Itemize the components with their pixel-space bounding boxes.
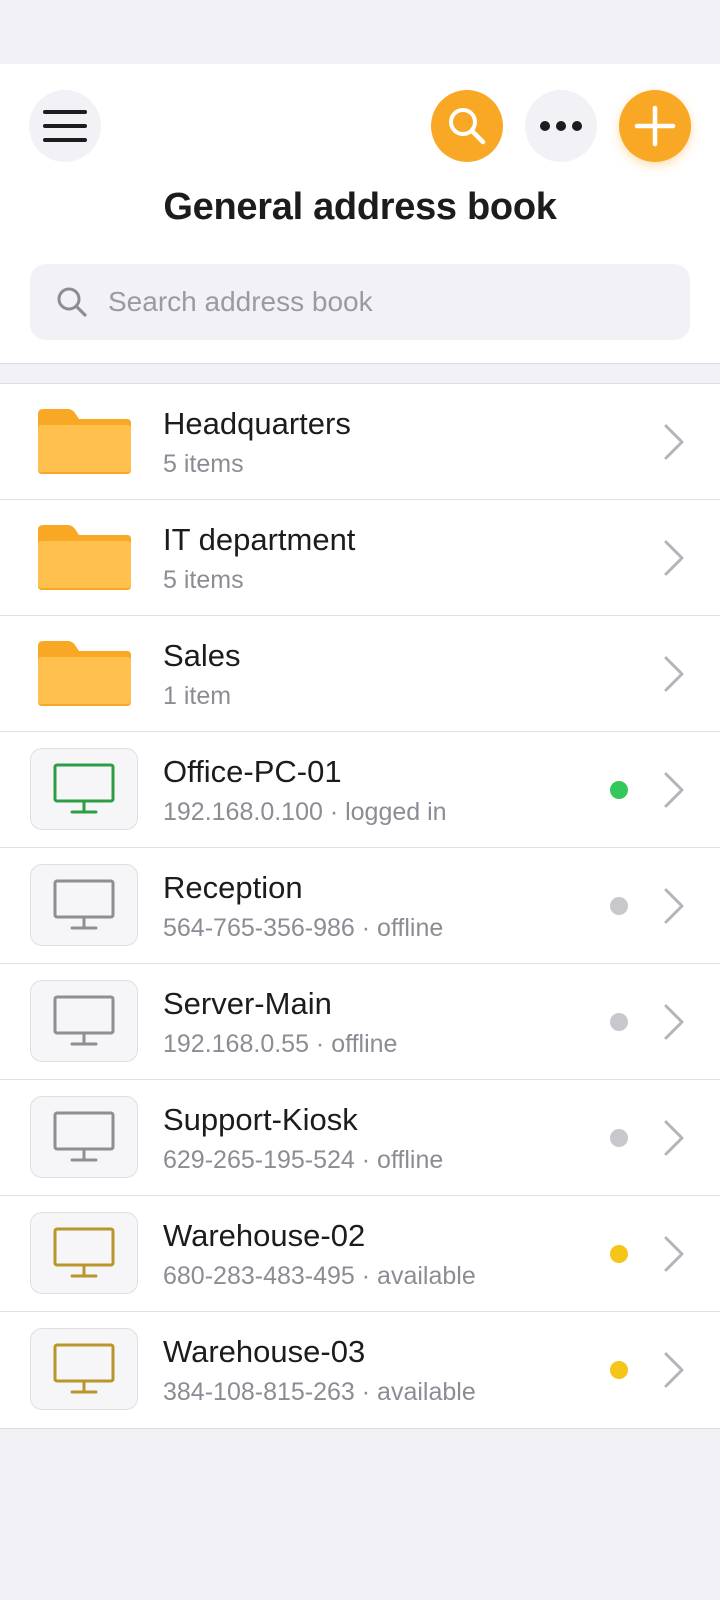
- add-button[interactable]: [619, 90, 691, 162]
- menu-button[interactable]: [29, 90, 101, 162]
- device-address-status: 629-265-195-524 · offline: [163, 1146, 444, 1174]
- device-icon-wrap: [30, 980, 138, 1062]
- monitor-icon: [53, 763, 115, 814]
- monitor-icon: [53, 995, 115, 1046]
- device-icon-wrap: [30, 748, 138, 830]
- monitor-icon: [53, 879, 115, 930]
- folder-icon: [38, 641, 131, 706]
- device-icon-wrap: [30, 1212, 138, 1294]
- device-name: Support-Kiosk: [163, 1102, 358, 1137]
- chevron-right-icon: [664, 540, 684, 576]
- folder-icon-wrap: [30, 400, 138, 482]
- chevron-right-icon: [664, 888, 684, 924]
- device-icon-wrap: [30, 1096, 138, 1178]
- monitor-icon: [53, 1343, 115, 1394]
- search-icon: [449, 108, 486, 145]
- device-address-status: 192.168.0.100 · logged in: [163, 798, 447, 826]
- search-input[interactable]: [108, 286, 668, 318]
- device-row[interactable]: Reception 564-765-356-986 · offline: [0, 848, 720, 964]
- chevron-right-icon: [664, 1004, 684, 1040]
- device-row[interactable]: Warehouse-03 384-108-815-263 · available: [0, 1312, 720, 1428]
- chevron-right-icon: [664, 1120, 684, 1156]
- monitor-icon: [53, 1111, 115, 1162]
- folder-name: Headquarters: [163, 406, 351, 441]
- device-icon-wrap: [30, 1328, 138, 1410]
- chevron-right-icon: [664, 424, 684, 460]
- chevron-right-icon: [664, 1352, 684, 1388]
- folder-item-count: 5 items: [163, 566, 244, 594]
- search-icon: [54, 284, 90, 320]
- search-field[interactable]: [30, 264, 690, 340]
- hamburger-menu-icon: [43, 110, 87, 142]
- device-row[interactable]: Support-Kiosk 629-265-195-524 · offline: [0, 1080, 720, 1196]
- folder-icon: [38, 525, 131, 590]
- more-horizontal-icon: [540, 121, 582, 131]
- device-icon-wrap: [30, 864, 138, 946]
- device-address-status: 564-765-356-986 · offline: [163, 914, 444, 942]
- status-indicator: [610, 1013, 628, 1031]
- device-name: Warehouse-03: [163, 1334, 366, 1369]
- device-name: Warehouse-02: [163, 1218, 366, 1253]
- device-name: Reception: [163, 870, 303, 905]
- status-indicator: [610, 1245, 628, 1263]
- address-book-list: Headquarters 5 items IT department 5 items S…: [0, 384, 720, 1429]
- search-button[interactable]: [431, 90, 503, 162]
- folder-row[interactable]: IT department 5 items: [0, 500, 720, 616]
- chevron-right-icon: [664, 772, 684, 808]
- device-row[interactable]: Server-Main 192.168.0.55 · offline: [0, 964, 720, 1080]
- status-indicator: [610, 897, 628, 915]
- plus-icon: [634, 105, 676, 147]
- folder-row[interactable]: Headquarters 5 items: [0, 384, 720, 500]
- device-row[interactable]: Warehouse-02 680-283-483-495 · available: [0, 1196, 720, 1312]
- status-indicator: [610, 781, 628, 799]
- folder-row[interactable]: Sales 1 item: [0, 616, 720, 732]
- device-name: Server-Main: [163, 986, 332, 1021]
- chevron-right-icon: [664, 656, 684, 692]
- status-indicator: [610, 1129, 628, 1147]
- monitor-icon: [53, 1227, 115, 1278]
- more-options-button[interactable]: [525, 90, 597, 162]
- device-address-status: 192.168.0.55 · offline: [163, 1030, 398, 1058]
- folder-item-count: 5 items: [163, 450, 244, 478]
- folder-icon-wrap: [30, 516, 138, 598]
- device-address-status: 680-283-483-495 · available: [163, 1262, 476, 1290]
- status-indicator: [610, 1361, 628, 1379]
- folder-name: IT department: [163, 522, 356, 557]
- device-row[interactable]: Office-PC-01 192.168.0.100 · logged in: [0, 732, 720, 848]
- device-address-status: 384-108-815-263 · available: [163, 1378, 476, 1406]
- device-name: Office-PC-01: [163, 754, 342, 789]
- folder-item-count: 1 item: [163, 682, 232, 710]
- folder-icon-wrap: [30, 632, 138, 714]
- status-bar: [0, 0, 720, 64]
- folder-icon: [38, 409, 131, 474]
- section-gap: [0, 364, 720, 384]
- page-title: General address book: [163, 186, 557, 228]
- folder-name: Sales: [163, 638, 241, 673]
- chevron-right-icon: [664, 1236, 684, 1272]
- app-header: General address book: [0, 64, 720, 364]
